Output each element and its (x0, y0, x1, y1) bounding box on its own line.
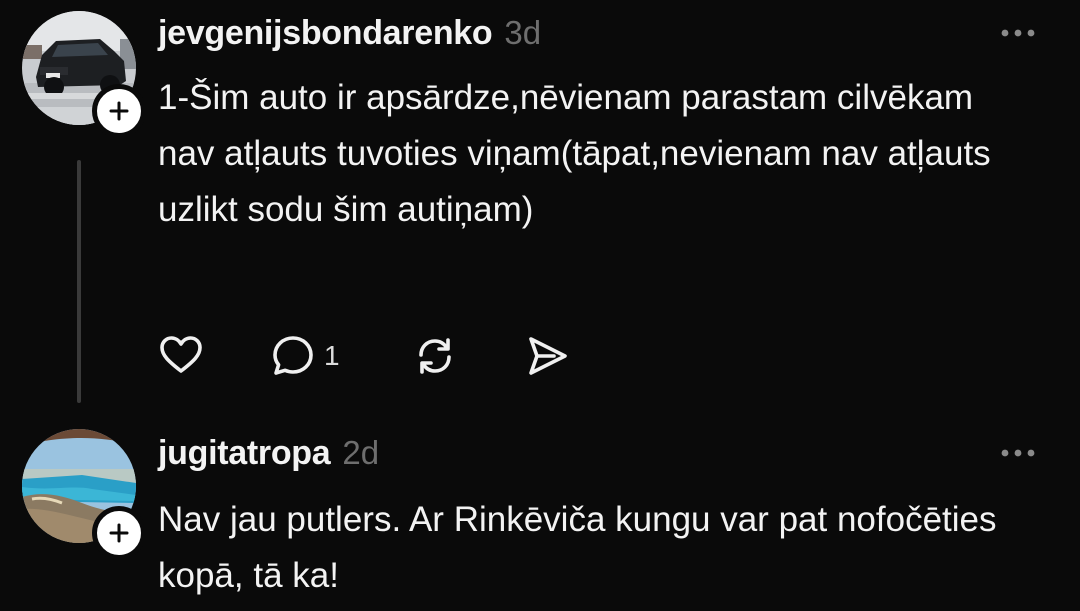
thread-connector-line (77, 160, 81, 403)
post-actions: 1 (158, 330, 570, 382)
plus-icon (109, 101, 129, 121)
follow-button[interactable] (92, 506, 146, 560)
like-button[interactable] (158, 330, 270, 382)
reply-count: 1 (324, 340, 340, 371)
post-text: Nav jau putlers. Ar Rinkēviča kungu var … (158, 500, 997, 595)
heart-icon (160, 336, 202, 373)
plus-icon (109, 523, 129, 543)
reply-button[interactable]: 1 (270, 330, 412, 382)
more-options-button[interactable] (1000, 447, 1036, 459)
comment-icon (273, 336, 313, 375)
post-header: jevgenijsbondarenko 3d (158, 14, 541, 53)
post-timestamp: 2d (342, 434, 380, 471)
thread-post: jevgenijsbondarenko 3d 1-Šim auto ir aps… (0, 0, 1080, 420)
repost-button[interactable] (412, 330, 524, 382)
share-button[interactable] (524, 330, 570, 382)
more-dots-icon (1001, 29, 1035, 37)
post-header: jugitatropa 2d (158, 434, 379, 473)
repost-icon (419, 338, 451, 374)
send-icon (529, 337, 567, 375)
username[interactable]: jugitatropa (158, 434, 331, 473)
follow-button[interactable] (92, 84, 146, 138)
username[interactable]: jevgenijsbondarenko (158, 14, 493, 53)
more-dots-icon (1001, 449, 1035, 457)
reply-post: jugitatropa 2d Nav jau putlers. Ar Rinkē… (0, 420, 1080, 611)
post-text: 1-Šim auto ir apsārdze,nēvienam parastam… (158, 78, 991, 229)
more-options-button[interactable] (1000, 27, 1036, 39)
post-timestamp: 3d (504, 14, 542, 51)
